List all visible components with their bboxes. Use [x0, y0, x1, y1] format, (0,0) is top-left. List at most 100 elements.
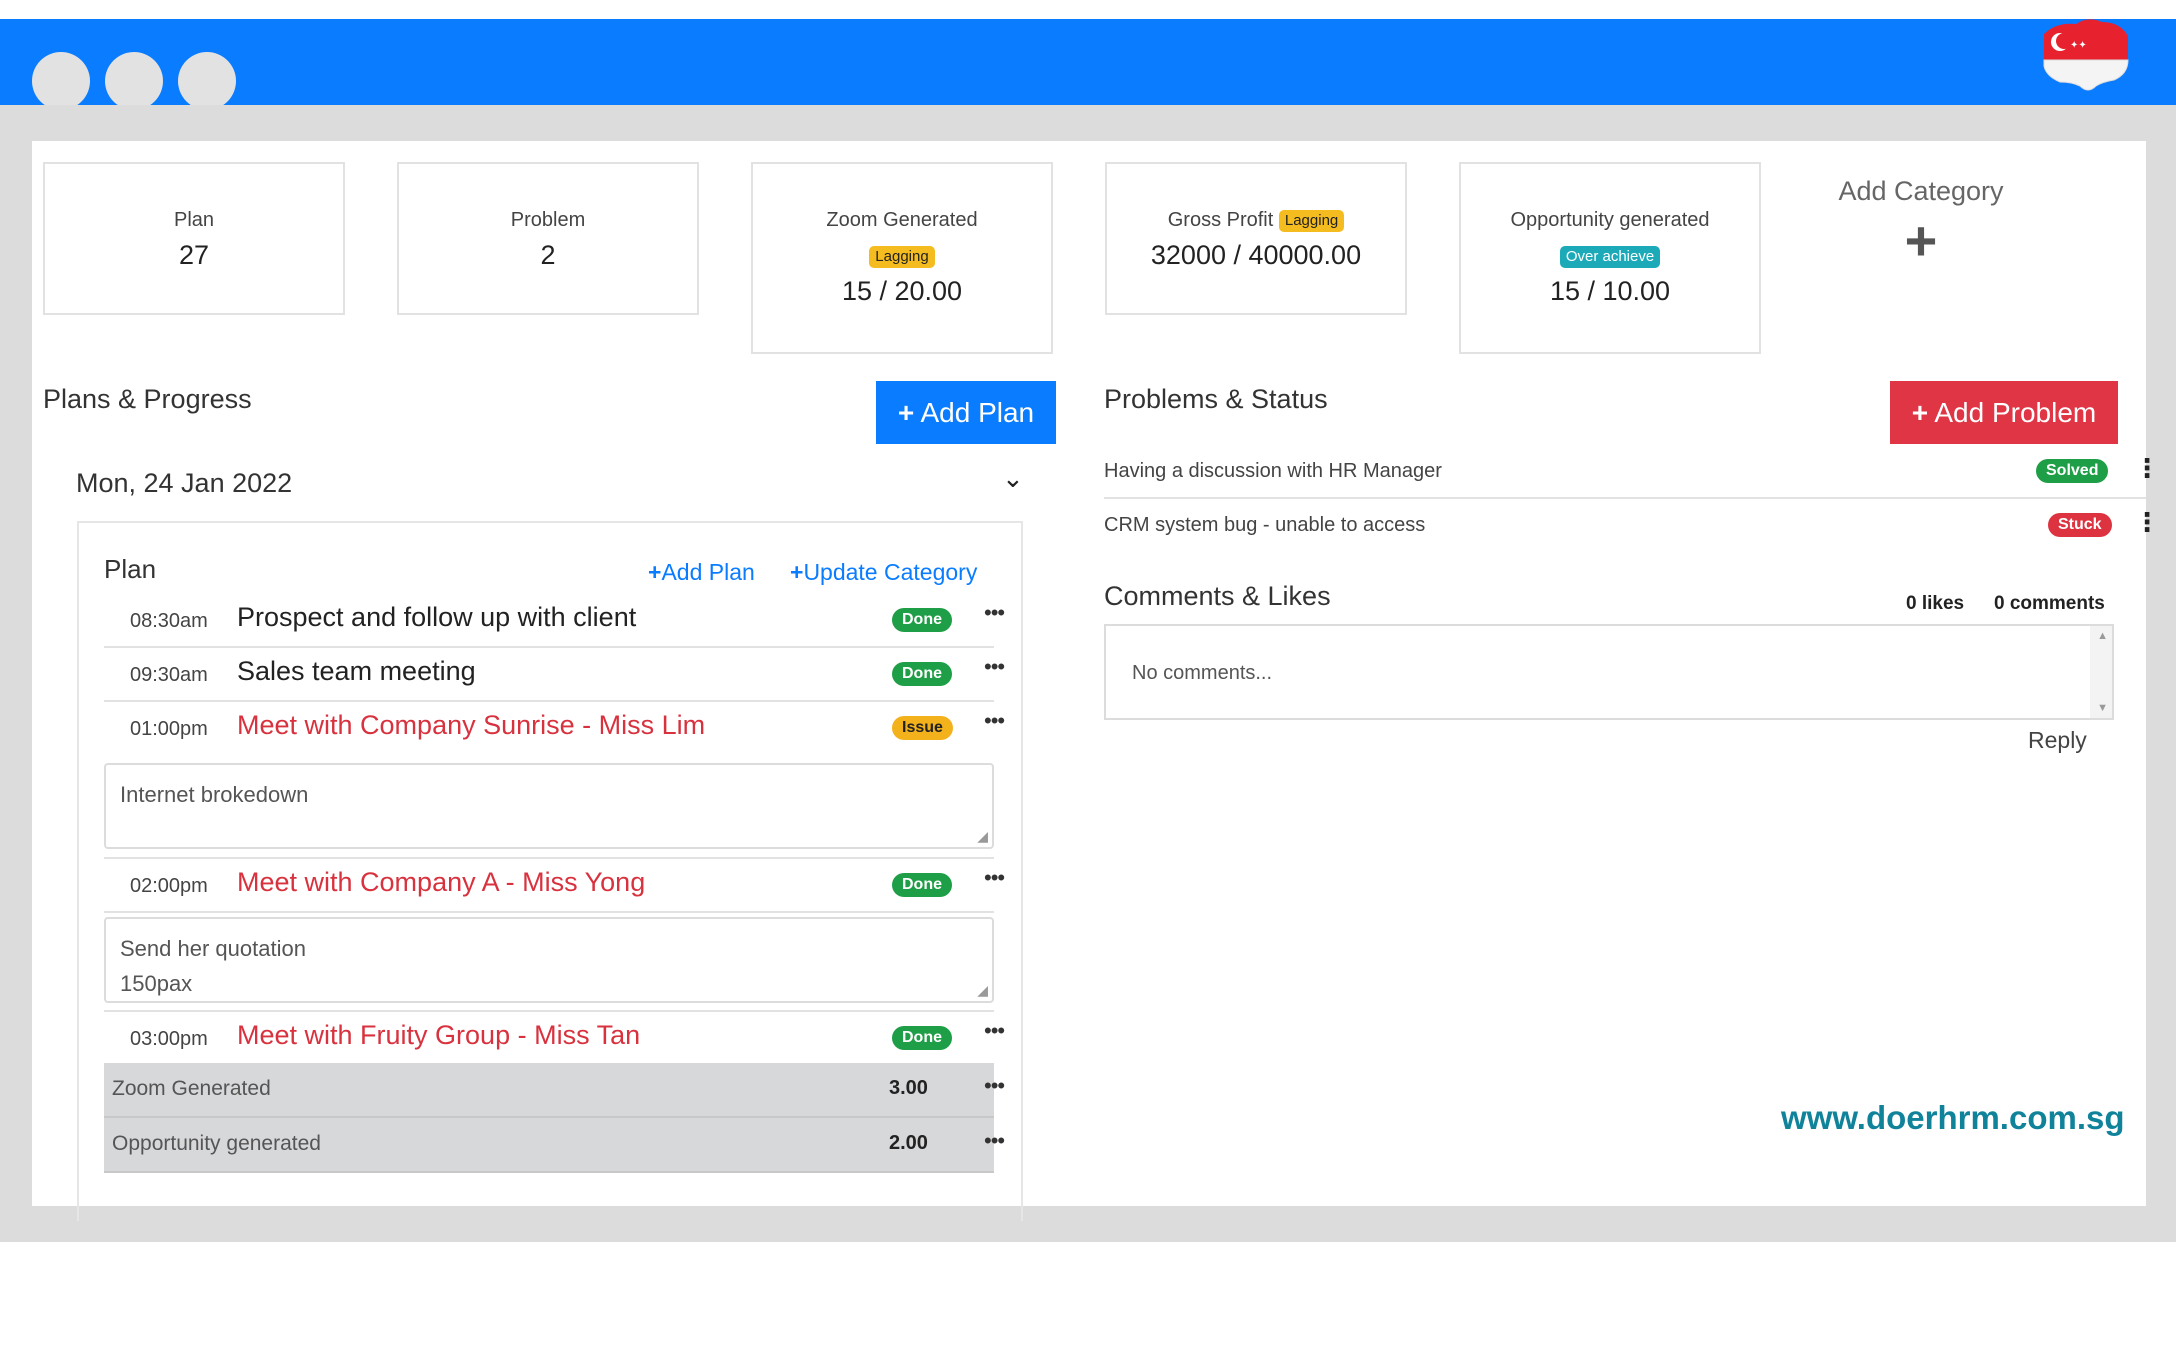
plus-icon: +: [897, 397, 915, 428]
status-badge[interactable]: Solved: [2036, 459, 2109, 483]
more-options-icon[interactable]: •••: [984, 1128, 1005, 1154]
comments-box[interactable]: No comments... ▲ ▼: [1104, 624, 2114, 720]
singapore-map-flag-icon: ✦✦: [2043, 19, 2129, 91]
status-badge[interactable]: Done: [892, 662, 952, 686]
website-url: www.doerhrm.com.sg: [1781, 1099, 2125, 1136]
lagging-badge: Lagging: [869, 246, 935, 268]
card-label-row: Gross Profit Lagging: [1107, 208, 1405, 232]
plan-time: 02:00pm: [130, 875, 208, 897]
problem-text: Having a discussion with HR Manager: [1104, 460, 1442, 482]
plan-title: Sales team meeting: [237, 656, 476, 686]
plan-row[interactable]: 01:00pm Meet with Company Sunrise - Miss…: [104, 702, 1005, 754]
status-badge[interactable]: Done: [892, 608, 952, 632]
card-opportunity-generated[interactable]: Opportunity generated Over achieve 15 / …: [1459, 162, 1761, 354]
card-value: 32000 / 40000.00: [1150, 240, 1362, 270]
card-problem[interactable]: Problem 2: [397, 162, 699, 315]
comments-count[interactable]: 0 comments: [1994, 593, 2105, 615]
plus-icon: +: [1911, 397, 1929, 428]
update-category-link[interactable]: +Update Category: [790, 559, 977, 586]
more-options-icon[interactable]: •••: [984, 865, 1005, 891]
plus-icon: +: [648, 559, 662, 585]
resize-grip-icon[interactable]: ◢: [977, 828, 988, 845]
summary-value: 3.00: [889, 1077, 928, 1099]
add-plan-button[interactable]: + Add Plan: [876, 381, 1056, 444]
resize-grip-icon[interactable]: ◢: [977, 982, 988, 999]
more-options-icon[interactable]: •••: [984, 600, 1005, 626]
add-category-button[interactable]: Add Category +: [1770, 176, 2072, 271]
card-label: Zoom Generated: [826, 209, 978, 231]
comments-scrollbar[interactable]: ▲ ▼: [2090, 626, 2112, 718]
status-badge[interactable]: Stuck: [2048, 513, 2112, 537]
chevron-down-icon[interactable]: ⌄: [1002, 463, 1024, 494]
window-minimize-dot[interactable]: [105, 52, 163, 110]
plan-title: Meet with Fruity Group - Miss Tan: [237, 1020, 641, 1050]
add-plan-link-label: Add Plan: [661, 559, 755, 585]
card-label: Problem: [510, 209, 586, 231]
update-category-label: Update Category: [803, 559, 978, 585]
plan-note-text: Send her quotation 150pax: [120, 936, 306, 996]
card-label: Gross Profit: [1167, 209, 1274, 231]
kebab-menu-icon[interactable]: ⋮: [2134, 507, 2160, 538]
plan-note-field[interactable]: Send her quotation 150pax ◢: [104, 917, 994, 1003]
status-badge[interactable]: Issue: [892, 716, 953, 740]
plan-box-title: Plan: [104, 554, 157, 584]
add-problem-button[interactable]: + Add Problem: [1890, 381, 2118, 444]
plan-row[interactable]: 03:00pm Meet with Fruity Group - Miss Ta…: [104, 1010, 1005, 1064]
lagging-badge: Lagging: [1278, 209, 1345, 232]
plan-title: Prospect and follow up with client: [237, 602, 637, 632]
kebab-menu-icon[interactable]: ⋮: [2134, 453, 2160, 484]
status-badge[interactable]: Done: [892, 1026, 952, 1050]
plan-title: Meet with Company Sunrise - Miss Lim: [237, 710, 706, 740]
plus-icon: +: [1904, 209, 1938, 272]
plan-time: 08:30am: [130, 610, 208, 632]
plans-section-title: Plans & Progress: [43, 384, 252, 414]
window-titlebar: [0, 19, 2176, 110]
summary-value: 2.00: [889, 1132, 928, 1154]
scroll-up-icon[interactable]: ▲: [2097, 630, 2108, 642]
comments-section-title: Comments & Likes: [1104, 581, 1331, 611]
reply-link[interactable]: Reply: [2028, 727, 2087, 754]
plan-date-selector[interactable]: Mon, 24 Jan 2022: [76, 468, 292, 499]
over-achieve-badge: Over achieve: [1559, 246, 1661, 268]
plan-note-field[interactable]: Internet brokedown ◢: [104, 763, 994, 849]
card-value: 27: [178, 240, 210, 270]
more-options-icon[interactable]: •••: [984, 1073, 1005, 1099]
plan-title: Meet with Company A - Miss Yong: [237, 867, 646, 897]
window-close-dot[interactable]: [32, 52, 90, 110]
summary-label: Zoom Generated: [112, 1077, 271, 1100]
card-plan[interactable]: Plan 27: [43, 162, 345, 315]
plan-row[interactable]: 08:30am Prospect and follow up with clie…: [104, 594, 1005, 648]
more-options-icon[interactable]: •••: [984, 708, 1005, 734]
problem-row[interactable]: CRM system bug - unable to access Stuck …: [1104, 499, 2160, 551]
plan-time: 01:00pm: [130, 718, 208, 740]
card-value: 15 / 10.00: [1549, 276, 1671, 306]
svg-text:✦✦: ✦✦: [2070, 40, 2087, 51]
add-category-label: Add Category: [1838, 176, 2004, 206]
add-problem-label: Add Problem: [1934, 397, 2097, 428]
card-gross-profit[interactable]: Gross Profit Lagging 32000 / 40000.00: [1105, 162, 1407, 315]
add-plan-link[interactable]: +Add Plan: [648, 559, 755, 586]
card-zoom-generated[interactable]: Zoom Generated Lagging 15 / 20.00: [751, 162, 1053, 354]
plan-row[interactable]: 02:00pm Meet with Company A - Miss Yong …: [104, 857, 1005, 913]
plan-row[interactable]: 09:30am Sales team meeting Done •••: [104, 648, 1005, 702]
problems-section-title: Problems & Status: [1104, 384, 1328, 414]
more-options-icon[interactable]: •••: [984, 1018, 1005, 1044]
comments-placeholder: No comments...: [1132, 662, 1273, 684]
scroll-down-icon[interactable]: ▼: [2097, 702, 2108, 714]
card-label: Opportunity generated: [1510, 209, 1710, 231]
card-value: 2: [540, 240, 556, 270]
summary-row: Zoom Generated 3.00 •••: [104, 1063, 1005, 1118]
add-plan-label: Add Plan: [920, 397, 1035, 428]
plan-note-text: Internet brokedown: [120, 782, 309, 807]
main-panel: Plan 27 Problem 2 Zoom Generated Lagging…: [32, 141, 2160, 1221]
status-badge[interactable]: Done: [892, 873, 952, 897]
summary-label: Opportunity generated: [112, 1132, 321, 1155]
card-label: Plan: [173, 209, 215, 231]
plan-time: 09:30am: [130, 664, 208, 686]
window-maximize-dot[interactable]: [178, 52, 236, 110]
problem-text: CRM system bug - unable to access: [1104, 514, 1426, 536]
summary-row: Opportunity generated 2.00 •••: [104, 1118, 1005, 1173]
more-options-icon[interactable]: •••: [984, 654, 1005, 680]
problem-row[interactable]: Having a discussion with HR Manager Solv…: [1104, 445, 2160, 499]
likes-count[interactable]: 0 likes: [1906, 593, 1964, 615]
